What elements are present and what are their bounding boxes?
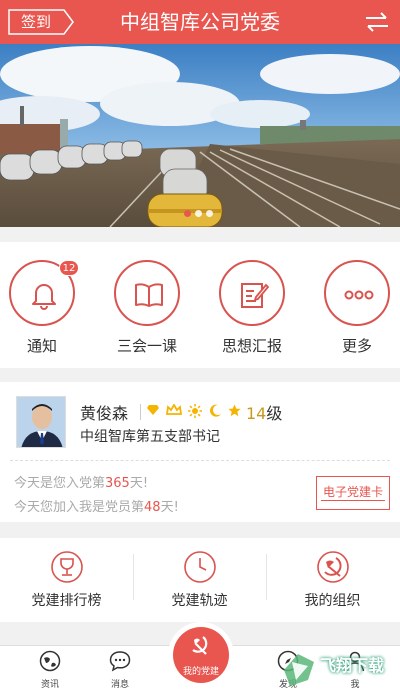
feature-thought-report-label: 思想汇报 — [221, 337, 282, 355]
tab-messages[interactable]: 消息 — [90, 646, 150, 691]
star-icon — [228, 404, 241, 417]
sun-icon — [188, 404, 202, 418]
notice-badge: 12 — [59, 260, 79, 276]
tab-news[interactable]: 资讯 — [20, 646, 80, 691]
lower-shortcuts: 党建排行榜 党建轨迹 我的组织 — [0, 538, 400, 622]
diamond-icon — [147, 405, 159, 415]
tab-my-party[interactable]: 我的党建 — [168, 622, 234, 688]
name-divider — [140, 404, 141, 420]
tab-my-party-circle: 我的党建 — [173, 627, 229, 683]
watermark-text: 飞翔下载 — [320, 656, 385, 675]
feature-meetings[interactable]: 三会一课 — [105, 242, 205, 368]
feature-thought-report[interactable]: 思想汇报 — [210, 242, 310, 368]
globe-icon — [39, 650, 61, 672]
feature-more[interactable]: 更多 — [315, 242, 400, 368]
ranking-label: 党建排行榜 — [31, 593, 102, 609]
carousel-dot[interactable] — [195, 210, 202, 217]
app-header: 签到 中组智库公司党委 — [0, 0, 400, 44]
bell-icon — [32, 284, 56, 310]
user-role: 中组智库第五支部书记 — [80, 429, 220, 445]
chat-icon — [109, 651, 131, 672]
trophy-icon — [51, 551, 83, 583]
track-label: 党建轨迹 — [171, 593, 228, 609]
railway-banner-image — [0, 44, 400, 227]
banner-carousel[interactable] — [0, 44, 400, 227]
member-days-suffix: 天! — [160, 500, 179, 515]
member-days-count: 48 — [144, 500, 161, 515]
feature-meetings-circle — [114, 260, 180, 326]
party-card-button[interactable]: 电子党建卡 — [316, 476, 390, 510]
organization-shortcut[interactable]: 我的组织 — [266, 538, 399, 622]
crown-icon — [166, 404, 182, 415]
carousel-indicator — [184, 210, 216, 218]
tab-messages-label: 消息 — [110, 680, 129, 690]
party-join-suffix: 天! — [129, 476, 149, 491]
edit-document-icon — [241, 283, 270, 308]
party-join-days: 今天是您入党第365天! — [14, 472, 148, 491]
moon-icon — [210, 404, 221, 417]
member-days: 今天您加入我是党员第48天! — [14, 496, 179, 515]
book-icon — [135, 283, 163, 307]
member-days-prefix: 今天您加入我是党员第 — [14, 500, 145, 515]
profile-divider — [10, 460, 390, 461]
feature-more-circle — [324, 260, 390, 326]
avatar-photo — [17, 397, 65, 447]
more-icon — [344, 290, 374, 300]
carousel-dot-active[interactable] — [184, 210, 191, 217]
ranking-shortcut[interactable]: 党建排行榜 — [0, 538, 133, 622]
clock-icon — [184, 551, 216, 583]
feature-meetings-label: 三会一课 — [116, 337, 177, 355]
party-emblem-icon — [317, 551, 349, 583]
carousel-dot[interactable] — [206, 210, 213, 217]
feature-notice[interactable]: 12 通知 — [0, 242, 100, 368]
level-number: 14 — [246, 404, 267, 423]
party-emblem-icon — [192, 636, 208, 655]
avatar[interactable] — [16, 396, 66, 448]
organization-label: 我的组织 — [304, 593, 361, 609]
party-join-prefix: 今天是您入党第 — [14, 476, 106, 491]
watermark: 飞翔下载 — [278, 650, 400, 691]
level-suffix: 级 — [266, 404, 283, 423]
track-shortcut[interactable]: 党建轨迹 — [133, 538, 266, 622]
feature-grid: 12 通知 三会一课 思想汇报 更多 — [0, 242, 400, 368]
profile-card: 黄俊森 14级 中组智库第五支部书记 今天是您入党第365天! 今天您加入我是党… — [0, 382, 400, 522]
feature-thought-report-circle — [219, 260, 285, 326]
feature-more-label: 更多 — [341, 337, 372, 355]
user-level: 14级 — [246, 400, 282, 424]
switch-icon[interactable] — [364, 11, 390, 33]
party-join-count: 365 — [105, 476, 130, 491]
page-title: 中组智库公司党委 — [120, 10, 280, 34]
tab-news-label: 资讯 — [40, 680, 59, 690]
feature-notice-label: 通知 — [26, 337, 57, 355]
tab-my-party-label: 我的党建 — [182, 667, 219, 677]
user-name: 黄俊森 — [80, 404, 129, 423]
